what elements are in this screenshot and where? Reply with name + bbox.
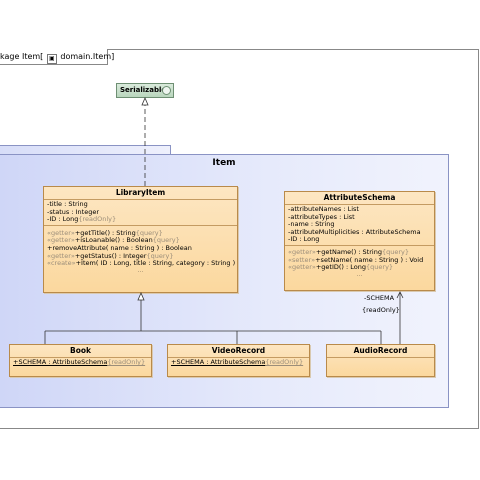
generalization-arrowhead — [137, 291, 145, 301]
realization-arrowhead — [141, 96, 149, 106]
relationship-lines — [44, 96, 404, 344]
